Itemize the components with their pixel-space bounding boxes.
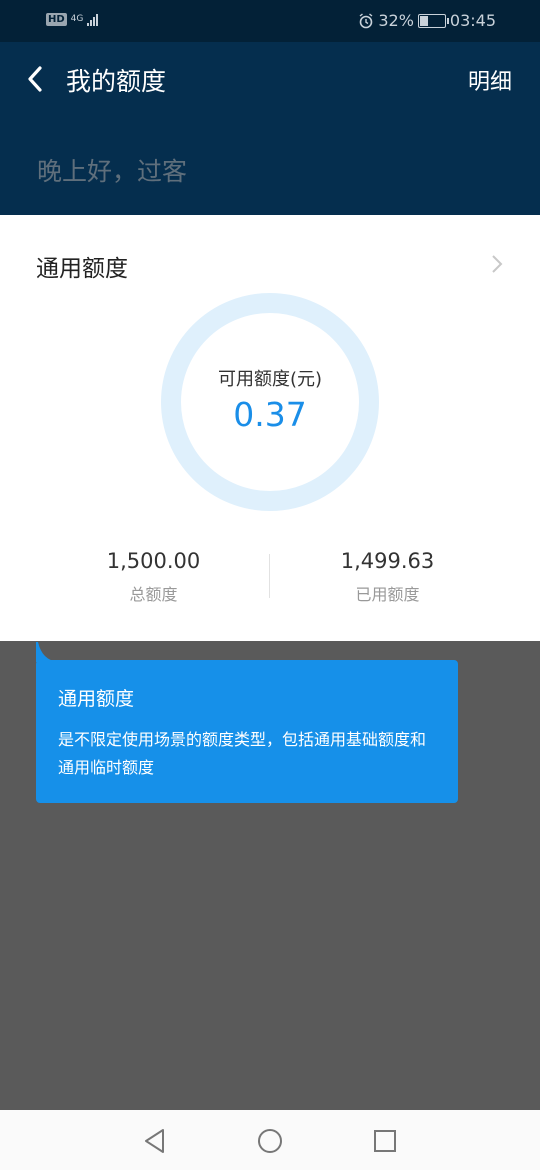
nav-back-icon[interactable]: [140, 1126, 170, 1156]
greeting-text: 晚上好，过客: [37, 157, 188, 186]
page-title: 我的额度: [66, 67, 167, 96]
nav-recent-icon[interactable]: [370, 1126, 400, 1156]
nav-home-icon[interactable]: [255, 1126, 285, 1156]
tip-pointer: [36, 642, 58, 662]
available-label: 可用额度(元): [217, 369, 323, 390]
detail-link[interactable]: 明细: [468, 64, 512, 96]
used-quota-label: 已用额度: [355, 585, 420, 604]
network-type: 4G: [70, 13, 84, 24]
quota-card: 通用额度 可用额度(元) 0.37 1,500.00 总额度 1,499.63 …: [0, 215, 540, 641]
tip-bubble[interactable]: 通用额度 是不限定使用场景的额度类型，包括通用基础额度和通用临时额度: [36, 660, 458, 803]
quota-card-title[interactable]: 通用额度: [36, 249, 128, 283]
total-quota-label: 总额度: [129, 585, 178, 604]
status-left: HD 4G: [46, 12, 99, 26]
total-quota: 1,500.00 总额度: [36, 549, 271, 605]
used-quota-value: 1,499.63: [340, 549, 435, 573]
clock: 03:45: [449, 11, 496, 30]
tip-title: 通用额度: [58, 688, 135, 710]
header: 我的额度 明细 晚上好，过客: [0, 42, 540, 215]
system-nav-bar: [0, 1110, 540, 1170]
status-bar: HD 4G 32% 03:45: [0, 0, 540, 42]
available-value: 0.37: [233, 395, 307, 434]
tip-body: 是不限定使用场景的额度类型，包括通用基础额度和通用临时额度: [58, 730, 427, 777]
battery-percent: 32%: [378, 11, 414, 30]
hd-icon: HD: [46, 12, 67, 26]
battery-icon: [417, 13, 449, 28]
alarm-icon: [359, 12, 373, 28]
used-quota: 1,499.63 已用额度: [270, 549, 505, 605]
signal-icon: [87, 12, 99, 26]
total-quota-value: 1,500.00: [106, 549, 201, 573]
back-arrow-icon[interactable]: [22, 64, 52, 94]
status-right: 32% 03:45: [358, 11, 496, 30]
chevron-right-icon[interactable]: [490, 252, 504, 276]
